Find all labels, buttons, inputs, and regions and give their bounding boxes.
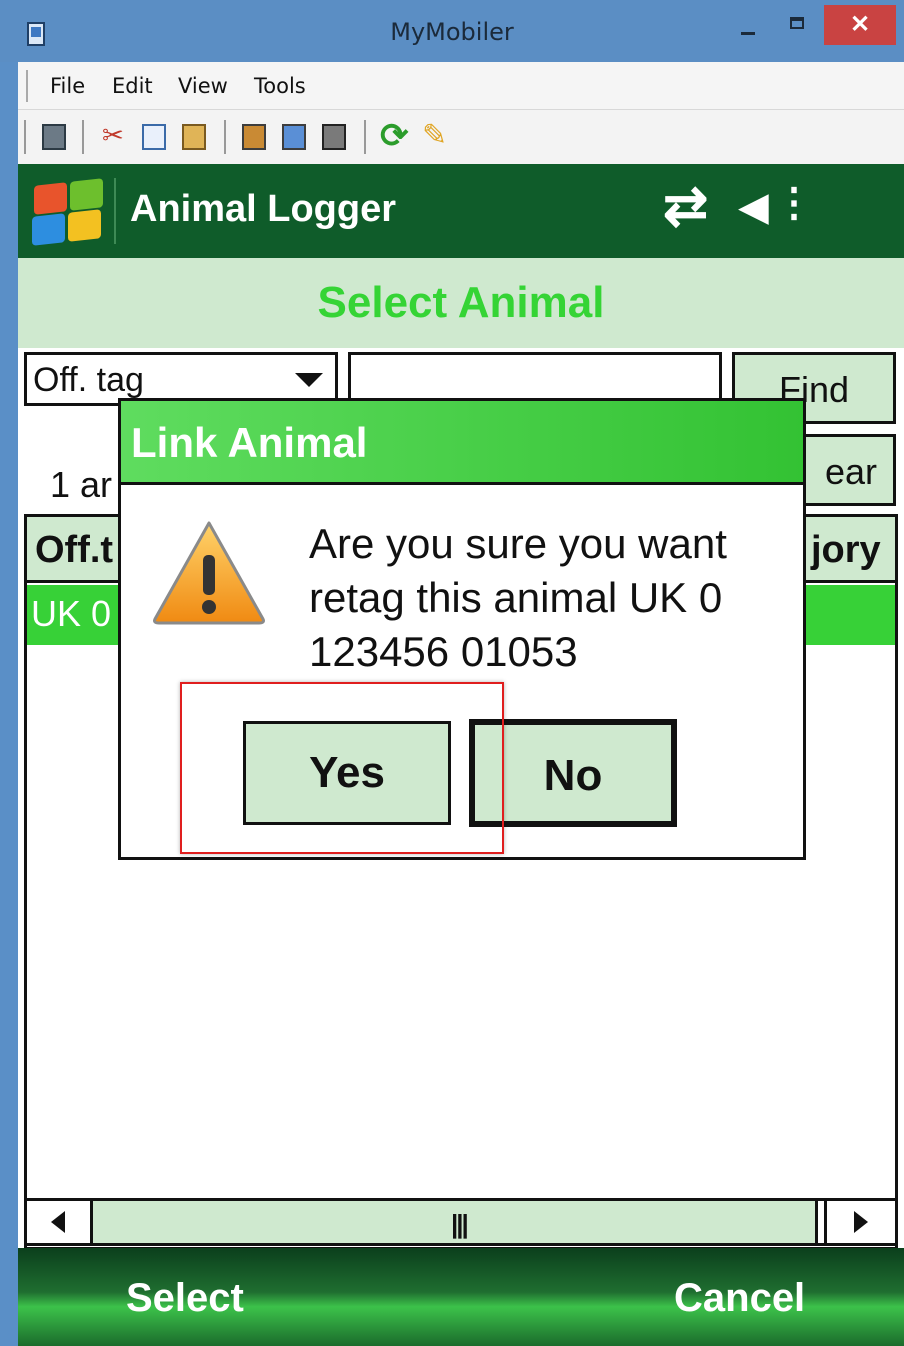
paste-icon[interactable] <box>182 124 206 150</box>
toolbar <box>18 110 904 164</box>
clean-icon[interactable] <box>422 118 447 153</box>
dialog-message: Are you sure you want retag this animal … <box>309 520 727 675</box>
app-title: Animal Logger <box>130 188 397 230</box>
menu-tools[interactable]: Tools <box>254 74 306 98</box>
cancel-softkey[interactable]: Cancel <box>674 1276 805 1321</box>
toolbar-separator <box>82 120 84 154</box>
scroll-right-icon[interactable] <box>815 1201 895 1243</box>
dialog-title-bar: Link Animal <box>121 401 803 485</box>
close-button[interactable]: ✕ <box>824 5 896 45</box>
section-title: Select Animal <box>317 278 605 327</box>
cut-icon[interactable] <box>102 120 126 151</box>
chevron-down-icon <box>295 373 323 387</box>
mymobiler-window: MyMobiler ✕ File Edit View Tools ✂ ⟳ ✎ A… <box>0 0 904 1346</box>
toolbar-separator <box>364 120 366 154</box>
title-bar: MyMobiler ✕ <box>0 0 904 62</box>
copy-icon[interactable] <box>142 124 166 150</box>
scroll-thumb[interactable]: ||| <box>451 1209 469 1240</box>
maximize-button[interactable] <box>775 6 821 44</box>
row-tag: UK 0 <box>31 593 112 634</box>
softkey-bar: Select Cancel <box>18 1248 904 1346</box>
header-divider <box>114 178 116 244</box>
horizontal-scrollbar[interactable]: ||| <box>24 1198 898 1246</box>
connectivity-icon[interactable] <box>663 174 719 237</box>
result-count: 1 ar <box>50 464 113 505</box>
windows-start-icon[interactable] <box>30 178 104 246</box>
menu-bar: File Edit View Tools <box>18 62 904 110</box>
scroll-left-icon[interactable] <box>27 1201 93 1243</box>
device-icon[interactable] <box>42 124 66 150</box>
warning-icon <box>153 521 265 625</box>
menu-edit[interactable]: Edit <box>112 74 153 98</box>
dialog-title: Link Animal <box>131 419 368 466</box>
app-header: Animal Logger <box>18 164 904 258</box>
highlight-box <box>180 682 504 854</box>
menu-view[interactable]: View <box>178 74 228 98</box>
section-header: Select Animal <box>18 258 904 348</box>
dropdown-value: Off. tag <box>33 361 144 399</box>
select-softkey[interactable]: Select <box>126 1276 244 1321</box>
send-file-icon[interactable] <box>242 124 266 150</box>
menu-grip <box>26 70 28 102</box>
refresh-icon[interactable] <box>380 116 409 156</box>
menu-file[interactable]: File <box>50 74 85 98</box>
clear-button-label: ear <box>824 451 877 492</box>
column-header-category[interactable]: jory <box>811 529 881 572</box>
close-icon: ✕ <box>849 11 871 38</box>
speaker-muted-icon[interactable] <box>738 180 814 236</box>
column-header-tag[interactable]: Off.t <box>35 529 113 572</box>
toolbar-grip <box>24 120 26 154</box>
screen-capture-icon[interactable] <box>322 124 346 150</box>
receive-file-icon[interactable] <box>282 124 306 150</box>
minimize-button[interactable] <box>725 6 771 44</box>
toolbar-separator <box>224 120 226 154</box>
